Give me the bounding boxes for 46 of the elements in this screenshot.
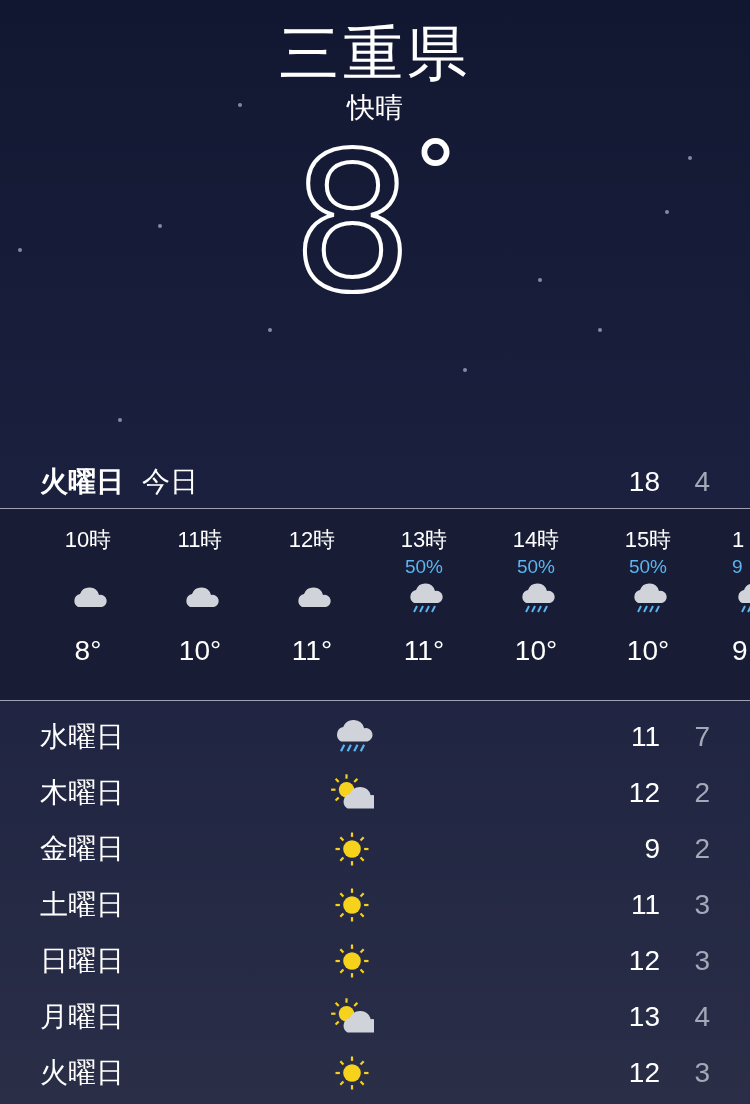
- day-high: 12: [627, 1056, 660, 1090]
- day-low: 3: [693, 1056, 710, 1090]
- day-high: 9: [643, 832, 660, 866]
- hour-temperature: 11°: [291, 634, 333, 668]
- day-low: 3: [693, 888, 710, 922]
- location-name: 三重県: [279, 19, 471, 89]
- hour-label: 13時: [400, 526, 448, 554]
- day-name: 土曜日: [40, 888, 125, 922]
- hour-temperature: 10°: [626, 634, 670, 668]
- weather-condition: 快晴: [347, 91, 403, 125]
- precipitation-chance: 9: [732, 555, 743, 579]
- today-day: 火曜日: [40, 461, 124, 503]
- precipitation-chance: 50%: [405, 555, 443, 579]
- day-low: 7: [693, 720, 710, 754]
- day-name: 日曜日: [40, 944, 125, 978]
- today-label: 今日: [142, 465, 198, 499]
- day-low: 2: [693, 832, 710, 866]
- day-high: 12: [627, 776, 660, 810]
- day-low: 3: [693, 944, 710, 978]
- today-low: 4: [693, 465, 710, 499]
- day-high: 12: [627, 944, 660, 978]
- day-name: 水曜日: [40, 720, 125, 754]
- day-name: 月曜日: [40, 1000, 125, 1034]
- day-high: 11: [629, 888, 660, 922]
- day-name: 火曜日: [40, 1056, 125, 1090]
- day-high: 13: [627, 1000, 660, 1034]
- hour-temperature: 10°: [178, 634, 222, 668]
- hour-label: 1: [732, 526, 745, 554]
- hour-label: 12時: [288, 526, 336, 554]
- day-high: 11: [629, 720, 660, 754]
- day-name: 金曜日: [40, 832, 125, 866]
- hour-temperature: 8°: [74, 634, 102, 668]
- hour-label: 15時: [624, 526, 672, 554]
- day-name: 木曜日: [40, 776, 125, 810]
- hour-temperature: 11°: [403, 634, 445, 668]
- precipitation-chance: 50%: [517, 555, 555, 579]
- today-high: 18: [627, 465, 660, 499]
- hour-label: 14時: [512, 526, 560, 554]
- day-low: 2: [693, 776, 710, 810]
- hour-label: 11時: [177, 526, 223, 554]
- day-low: 4: [693, 1000, 710, 1034]
- hour-temperature: 10°: [514, 634, 558, 668]
- current-temperature: 8°: [292, 134, 458, 314]
- hour-temperature: 9: [732, 634, 748, 668]
- precipitation-chance: 50%: [629, 555, 667, 579]
- hour-label: 10時: [64, 526, 112, 554]
